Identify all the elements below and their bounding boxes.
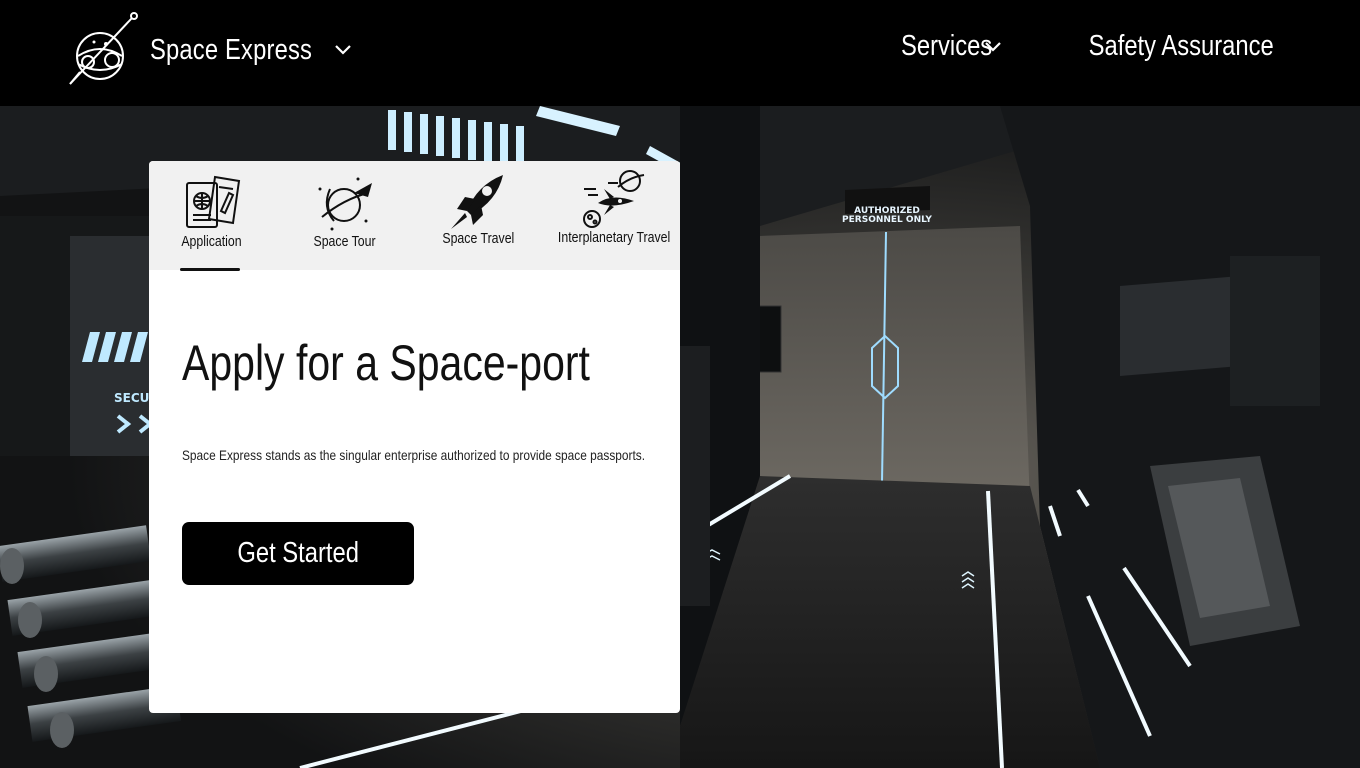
- page-title: Apply for a Space-port: [182, 335, 590, 391]
- safety-assurance-label: Safety Assurance: [1088, 30, 1274, 62]
- brand-menu[interactable]: Space Express: [66, 12, 352, 88]
- tab-space-travel[interactable]: Space Travel: [440, 161, 516, 270]
- application-card: Application Space Tour Space Travel Inte…: [149, 161, 680, 713]
- tab-interplanetary-travel[interactable]: Interplanetary Travel: [555, 161, 673, 270]
- get-started-button[interactable]: Get Started: [182, 522, 414, 585]
- planet-rocket-icon: [318, 177, 372, 231]
- top-navigation-bar: Space Express Services Safety Assurance: [0, 0, 1360, 106]
- tab-application[interactable]: Application: [179, 161, 243, 270]
- tab-label: Interplanetary Travel: [557, 230, 671, 246]
- tab-label: Space Tour: [313, 234, 377, 250]
- spaceship-planets-icon: [583, 170, 645, 228]
- side-sign-text: SECU: [114, 391, 149, 405]
- safety-assurance-link[interactable]: Safety Assurance: [1048, 30, 1274, 63]
- services-label: Services: [901, 30, 993, 62]
- rocket-icon: [451, 175, 503, 229]
- service-tabs: Application Space Tour Space Travel Inte…: [149, 161, 680, 271]
- space-logo-icon: [69, 12, 138, 85]
- services-menu[interactable]: Services: [881, 30, 1002, 63]
- page-description: Space Express stands as the singular ent…: [182, 447, 646, 463]
- get-started-label: Get Started: [237, 537, 359, 569]
- authorized-sign: PERSONNEL ONLY: [842, 215, 932, 225]
- tab-space-tour[interactable]: Space Tour: [309, 161, 381, 270]
- main-nav: Services Safety Assurance: [881, 30, 1274, 63]
- chevron-down-icon: [334, 45, 351, 55]
- passport-icon: [186, 175, 241, 228]
- brand-name: Space Express: [150, 33, 313, 66]
- tab-label: Space Travel: [442, 231, 514, 247]
- active-tab-indicator: [180, 268, 240, 271]
- tab-label: Application: [180, 234, 242, 250]
